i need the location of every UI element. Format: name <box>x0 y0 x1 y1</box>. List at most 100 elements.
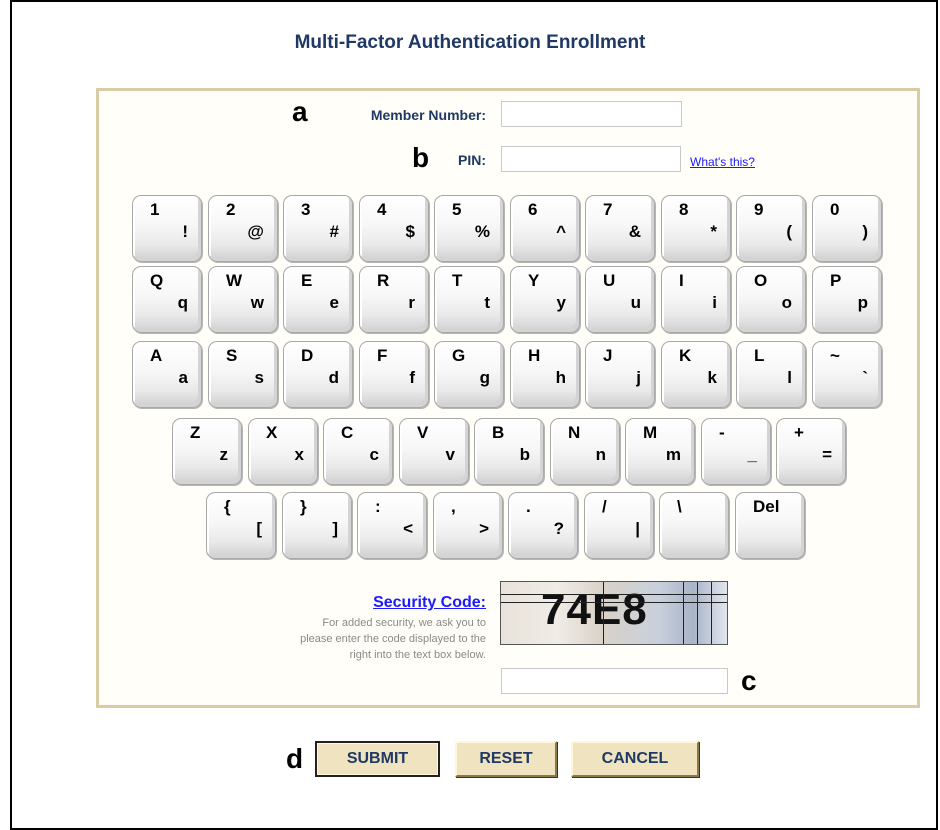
key-secondary-char: k <box>707 368 717 387</box>
key-1-2[interactable]: Ee <box>283 266 353 333</box>
pin-input[interactable] <box>501 146 681 172</box>
key-secondary-char: ^ <box>556 222 566 241</box>
key-secondary-char: ` <box>862 368 868 387</box>
key-secondary-char: [ <box>256 519 262 538</box>
member-number-input[interactable] <box>501 101 682 127</box>
key-1-3[interactable]: Rr <box>359 266 429 333</box>
key-4-3[interactable]: , > <box>433 492 503 559</box>
key-primary-char: X <box>266 423 278 442</box>
key-secondary-char: s <box>254 368 264 387</box>
key-4-7[interactable]: Del <box>735 492 805 559</box>
key-3-5[interactable]: Nn <box>550 418 620 485</box>
key-2-8[interactable]: Ll <box>736 341 806 408</box>
key-3-3[interactable]: Vv <box>399 418 469 485</box>
key-secondary-char: h <box>555 368 566 387</box>
key-secondary-char: # <box>329 222 339 241</box>
key-0-4[interactable]: 5% <box>434 195 504 262</box>
key-4-6[interactable]: \ <box>659 492 729 559</box>
key-0-2[interactable]: 3 # <box>283 195 353 262</box>
key-secondary-char: & <box>628 222 641 241</box>
key-primary-char: 3 <box>301 200 311 219</box>
key-1-7[interactable]: Ii <box>661 266 731 333</box>
key-primary-char: 7 <box>603 200 613 219</box>
key-primary-char: 5 <box>452 200 462 219</box>
key-1-6[interactable]: Uu <box>585 266 655 333</box>
key-2-6[interactable]: Jj <box>585 341 655 408</box>
key-2-9[interactable]: ~ ` <box>812 341 882 408</box>
key-primary-char: K <box>679 346 692 365</box>
key-secondary-char: l <box>787 368 792 387</box>
key-secondary-char: | <box>635 519 640 538</box>
whats-this-link[interactable]: What's this? <box>690 155 755 169</box>
key-secondary-char: q <box>177 293 188 312</box>
key-primary-char: E <box>301 271 313 290</box>
key-3-7[interactable]: - _ <box>701 418 771 485</box>
reset-button[interactable]: RESET <box>455 741 557 777</box>
key-2-0[interactable]: Aa <box>132 341 202 408</box>
key-3-4[interactable]: Bb <box>474 418 544 485</box>
key-1-5[interactable]: Yy <box>510 266 580 333</box>
member-number-label: Member Number: <box>370 107 486 123</box>
key-primary-char: U <box>603 271 616 290</box>
key-primary-char: N <box>568 423 581 442</box>
key-3-1[interactable]: Xx <box>248 418 318 485</box>
key-0-7[interactable]: 8 * <box>661 195 731 262</box>
marker-d: d <box>286 743 304 774</box>
key-2-4[interactable]: Gg <box>434 341 504 408</box>
key-2-1[interactable]: Ss <box>208 341 278 408</box>
key-primary-char: Y <box>528 271 540 290</box>
key-0-0[interactable]: 1! <box>132 195 202 262</box>
key-secondary-char: g <box>479 368 490 387</box>
page-title: Multi-Factor Authentication Enrollment <box>294 32 646 53</box>
key-1-1[interactable]: Ww <box>208 266 278 333</box>
submit-button[interactable]: SUBMIT <box>315 741 440 777</box>
key-2-3[interactable]: Ff <box>359 341 429 408</box>
key-3-2[interactable]: Cc <box>323 418 393 485</box>
key-primary-char: 2 <box>226 200 236 219</box>
key-4-4[interactable]: .? <box>508 492 578 559</box>
key-0-5[interactable]: 6 ^ <box>510 195 580 262</box>
key-primary-char: T <box>452 271 463 290</box>
captcha-image: 74E8 <box>500 581 728 645</box>
key-secondary-char: u <box>630 293 641 312</box>
key-4-0[interactable]: {[ <box>206 492 276 559</box>
key-1-0[interactable]: Qq <box>132 266 202 333</box>
key-1-4[interactable]: Tt <box>434 266 504 333</box>
captcha-line <box>711 582 712 644</box>
key-3-6[interactable]: Mm <box>625 418 695 485</box>
key-secondary-char: * <box>710 222 717 241</box>
key-primary-char: \ <box>677 497 682 516</box>
key-0-6[interactable]: 7 & <box>585 195 655 262</box>
key-0-3[interactable]: 4 $ <box>359 195 429 262</box>
key-secondary-char: a <box>178 368 188 387</box>
key-2-7[interactable]: Kk <box>661 341 731 408</box>
key-secondary-char: = <box>822 445 832 464</box>
security-code-input[interactable] <box>501 668 728 694</box>
key-secondary-char: ) <box>862 222 868 241</box>
cancel-button[interactable]: CANCEL <box>571 741 699 777</box>
key-3-0[interactable]: Zz <box>172 418 242 485</box>
key-primary-char: + <box>794 423 804 442</box>
key-primary-char: J <box>603 346 613 365</box>
key-secondary-char: _ <box>747 445 757 464</box>
key-4-1[interactable]: }] <box>282 492 352 559</box>
key-primary-char: , <box>451 497 456 516</box>
key-secondary-char: v <box>445 445 455 464</box>
key-primary-char: S <box>226 346 238 365</box>
key-0-9[interactable]: 0) <box>812 195 882 262</box>
security-code-heading[interactable]: Security Code: <box>296 594 486 612</box>
key-2-2[interactable]: Dd <box>283 341 353 408</box>
key-1-8[interactable]: Oo <box>736 266 806 333</box>
key-primary-char: 1 <box>150 200 160 219</box>
key-2-5[interactable]: Hh <box>510 341 580 408</box>
key-1-9[interactable]: Pp <box>812 266 882 333</box>
key-primary-char: C <box>341 423 354 442</box>
key-4-5[interactable]: / | <box>584 492 654 559</box>
key-0-1[interactable]: 2 @ <box>208 195 278 262</box>
key-primary-char: Z <box>190 423 201 442</box>
key-4-2[interactable]: : < <box>357 492 427 559</box>
key-3-8[interactable]: + = <box>776 418 846 485</box>
key-0-8[interactable]: 9( <box>736 195 806 262</box>
key-primary-char: { <box>224 497 231 516</box>
captcha-line <box>603 582 604 644</box>
